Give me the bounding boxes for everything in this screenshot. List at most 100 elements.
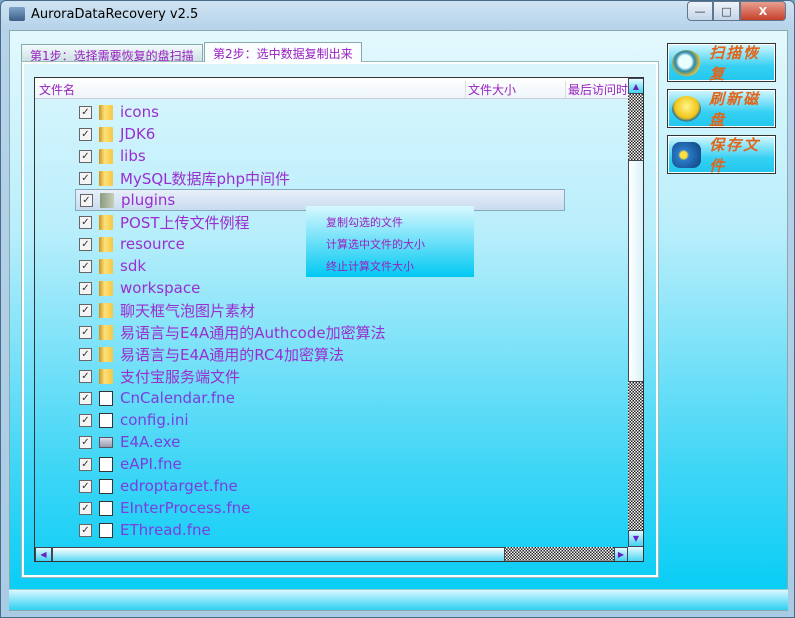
- file-icon: [99, 478, 113, 494]
- file-name: 易语言与E4A通用的RC4加密算法: [120, 345, 344, 364]
- checkbox[interactable]: ✓: [79, 237, 92, 251]
- file-name: workspace: [120, 279, 201, 297]
- magnifier-icon: [672, 49, 702, 76]
- refresh-disk-button[interactable]: 刷新磁盘: [667, 89, 776, 129]
- checkbox[interactable]: ✓: [79, 149, 92, 163]
- file-name: edroptarget.fne: [120, 477, 238, 495]
- file-name: 易语言与E4A通用的Authcode加密算法: [120, 323, 386, 342]
- checkbox[interactable]: ✓: [79, 347, 92, 361]
- scroll-right-button[interactable]: ▶: [614, 547, 628, 561]
- checkbox[interactable]: ✓: [79, 413, 92, 427]
- file-list[interactable]: 文件名 文件大小 最后访问时 ✓ icons ✓ JDK6 ✓ libs ✓ MySQL数据库…: [34, 77, 644, 562]
- list-item[interactable]: ✓ CnCalendar.fne: [75, 387, 565, 409]
- list-item[interactable]: ✓ EThread.fne: [75, 519, 565, 541]
- list-item[interactable]: ✓ JDK6: [75, 123, 565, 145]
- scroll-up-button[interactable]: ▲: [628, 78, 643, 94]
- checkbox[interactable]: ✓: [79, 127, 92, 141]
- folder-icon: [99, 346, 113, 362]
- checkbox[interactable]: ✓: [79, 391, 92, 405]
- list-header: 文件名 文件大小 最后访问时: [35, 78, 628, 99]
- list-item[interactable]: ✓ MySQL数据库php中间件: [75, 167, 565, 189]
- checkbox[interactable]: ✓: [79, 215, 92, 229]
- file-icon: [99, 500, 113, 516]
- disk-icon: [672, 95, 702, 122]
- folder-icon: [99, 324, 113, 340]
- app-icon: [9, 7, 25, 21]
- scroll-corner: [628, 547, 643, 561]
- file-name: MySQL数据库php中间件: [120, 169, 291, 188]
- checkbox[interactable]: ✓: [79, 281, 92, 295]
- file-icon: [99, 436, 113, 448]
- menu-item-calc-size[interactable]: 计算选中文件的大小: [326, 236, 425, 252]
- refresh-disk-label: 刷新磁盘: [709, 89, 761, 129]
- list-item[interactable]: ✓ EInterProcess.fne: [75, 497, 565, 519]
- folder-icon: [99, 280, 113, 296]
- file-name: 聊天框气泡图片素材: [120, 301, 256, 320]
- file-name: POST上传文件例程: [120, 213, 250, 232]
- checkbox[interactable]: ✓: [79, 171, 92, 185]
- file-name: EThread.fne: [120, 521, 211, 539]
- checkbox[interactable]: ✓: [79, 479, 92, 493]
- window-title: AuroraDataRecovery v2.5: [31, 7, 199, 22]
- file-name: eAPI.fne: [120, 455, 182, 473]
- scroll-left-button[interactable]: ◀: [35, 547, 52, 561]
- folder-icon: [99, 236, 113, 252]
- file-name: EInterProcess.fne: [120, 499, 251, 517]
- file-name: config.ini: [120, 411, 189, 429]
- list-item[interactable]: ✓ 聊天框气泡图片素材: [75, 299, 565, 321]
- list-item[interactable]: ✓ icons: [75, 101, 565, 123]
- checkbox[interactable]: ✓: [79, 523, 92, 537]
- checkbox[interactable]: ✓: [79, 105, 92, 119]
- file-icon: [99, 456, 113, 472]
- file-icon: [99, 522, 113, 538]
- checkbox[interactable]: ✓: [79, 369, 92, 383]
- scan-recover-button[interactable]: 扫描恢复: [667, 43, 776, 83]
- checkbox[interactable]: ✓: [79, 501, 92, 515]
- checkbox[interactable]: ✓: [79, 259, 92, 273]
- save-file-button[interactable]: 保存文件: [667, 135, 776, 175]
- list-item[interactable]: ✓ 易语言与E4A通用的Authcode加密算法: [75, 321, 565, 343]
- file-icon: [99, 390, 113, 406]
- vertical-scroll-thumb[interactable]: [628, 160, 643, 382]
- list-item[interactable]: ✓ workspace: [75, 277, 565, 299]
- column-size[interactable]: 文件大小: [465, 81, 516, 98]
- list-item[interactable]: ✓ 支付宝服务端文件: [75, 365, 565, 387]
- context-menu: 复制勾选的文件 计算选中文件的大小 终止计算文件大小: [306, 206, 474, 277]
- folder-icon: [99, 148, 113, 164]
- folder-icon: [99, 214, 113, 230]
- list-item[interactable]: ✓ 易语言与E4A通用的RC4加密算法: [75, 343, 565, 365]
- tab-step2[interactable]: 第2步：选中数据复制出来: [204, 42, 362, 62]
- checkbox[interactable]: ✓: [79, 435, 92, 449]
- list-item[interactable]: ✓ config.ini: [75, 409, 565, 431]
- checkbox[interactable]: ✓: [80, 193, 93, 207]
- column-filename[interactable]: 文件名: [39, 81, 75, 98]
- file-name: plugins: [121, 191, 176, 209]
- checkbox[interactable]: ✓: [79, 303, 92, 317]
- minimize-button[interactable]: —: [687, 1, 713, 21]
- folder-icon: [99, 104, 113, 120]
- list-item[interactable]: ✓ libs: [75, 145, 565, 167]
- file-name: 支付宝服务端文件: [120, 367, 241, 386]
- list-item[interactable]: ✓ edroptarget.fne: [75, 475, 565, 497]
- star-folder-icon: [672, 141, 702, 168]
- folder-icon: [99, 170, 113, 186]
- list-item[interactable]: ✓ E4A.exe: [75, 431, 565, 453]
- file-name: resource: [120, 235, 185, 253]
- folder-icon: [100, 192, 114, 208]
- checkbox[interactable]: ✓: [79, 457, 92, 471]
- folder-icon: [99, 258, 113, 274]
- app-window: AuroraDataRecovery v2.5 — □ X 第1步：选择需要恢复…: [0, 0, 795, 618]
- folder-icon: [99, 302, 113, 318]
- save-file-label: 保存文件: [709, 135, 761, 175]
- horizontal-scroll-thumb[interactable]: [52, 547, 505, 561]
- checkbox[interactable]: ✓: [79, 325, 92, 339]
- menu-item-stop-calc[interactable]: 终止计算文件大小: [326, 258, 414, 274]
- file-icon: [99, 412, 113, 428]
- column-last-access[interactable]: 最后访问时: [565, 81, 628, 98]
- close-button[interactable]: X: [740, 1, 786, 21]
- menu-item-copy-checked[interactable]: 复制勾选的文件: [326, 214, 403, 230]
- folder-icon: [99, 368, 113, 384]
- maximize-button[interactable]: □: [713, 1, 740, 21]
- list-item[interactable]: ✓ eAPI.fne: [75, 453, 565, 475]
- scroll-down-button[interactable]: ▼: [628, 530, 643, 547]
